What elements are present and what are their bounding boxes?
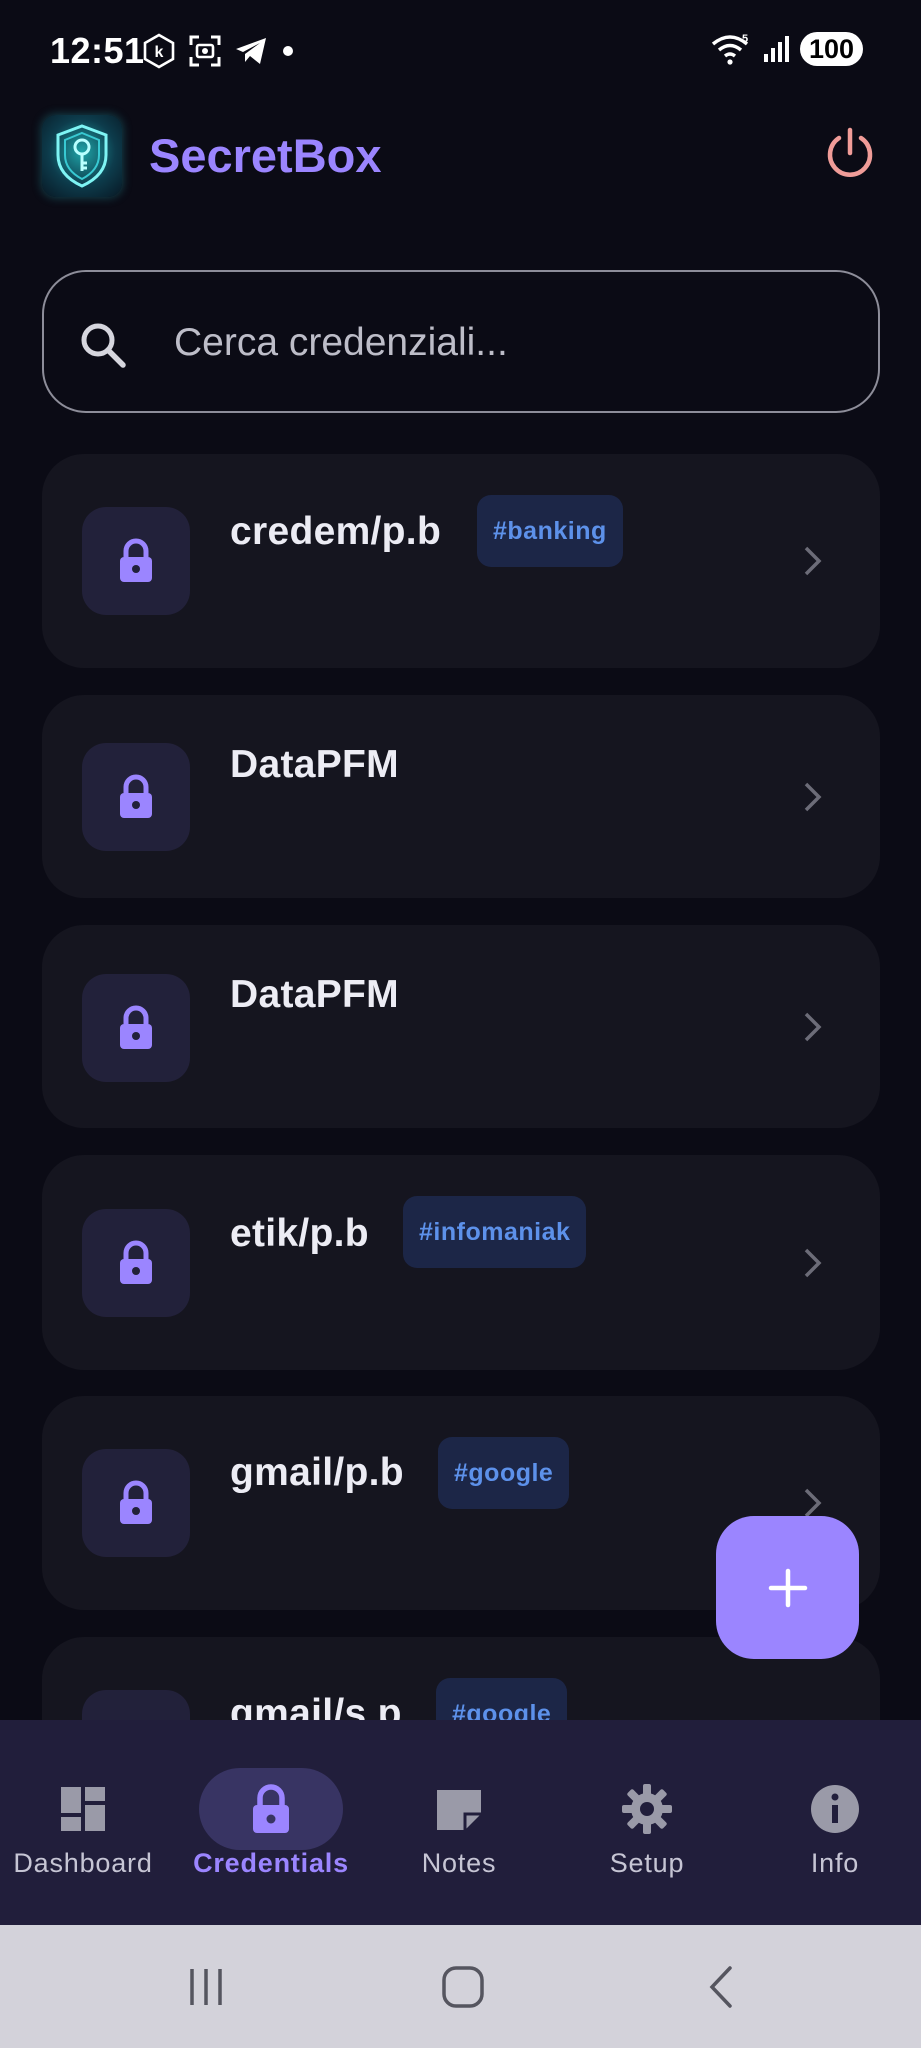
credential-title: DataPFM (230, 973, 399, 1016)
nav-icon-container (763, 1768, 907, 1850)
search-box[interactable] (42, 270, 880, 413)
back-icon (709, 1965, 732, 2008)
credential-list: credem/p.b #banking DataPFM DataPFM etik… (0, 0, 921, 1720)
nav-label-info: Info (810, 1848, 860, 1878)
credential-title: credem/p.b (230, 510, 442, 553)
app-screen: 12:51 k 5 100 SecretBox credem/p.b #bank… (0, 0, 921, 2048)
credential-lock-icon-box (82, 1690, 190, 1720)
chevron-right-icon (804, 1012, 822, 1042)
lock-icon (120, 538, 152, 582)
nav-label-dashboard: Dashboard (13, 1848, 153, 1878)
credential-lock-icon-box (82, 974, 190, 1082)
search-icon (81, 323, 126, 368)
nav-icon-container (11, 1768, 155, 1850)
credential-item[interactable]: DataPFM (42, 925, 880, 1128)
credential-tag: #infomaniak (403, 1196, 587, 1268)
nav-label-notes: Notes (421, 1848, 497, 1878)
plus-icon (768, 1568, 807, 1607)
chevron-right-icon (804, 1248, 822, 1278)
chevron-right-icon (804, 1488, 822, 1518)
lock-icon (253, 1784, 289, 1833)
credential-title: gmail/s.p (230, 1692, 402, 1720)
lock-icon (120, 1240, 152, 1284)
credential-item[interactable]: credem/p.b #banking (42, 454, 880, 668)
nav-item-dashboard[interactable]: Dashboard (0, 1720, 175, 1925)
nav-icon-container (387, 1768, 531, 1850)
add-credential-button[interactable] (716, 1516, 859, 1659)
nav-item-info[interactable]: Info (743, 1720, 921, 1925)
nav-label-credentials: Credentials (193, 1848, 349, 1878)
search-input[interactable] (174, 314, 834, 372)
lock-icon (120, 1005, 152, 1049)
nav-icon-container-active (199, 1768, 343, 1850)
system-navigation-bar (0, 1925, 921, 2048)
credential-lock-icon-box (82, 1449, 190, 1557)
credential-item[interactable]: DataPFM (42, 695, 880, 898)
recent-apps-icon (190, 1968, 222, 2005)
note-icon (437, 1790, 481, 1830)
recent-apps-button[interactable] (146, 1925, 266, 2048)
nav-label-setup: Setup (609, 1848, 685, 1878)
nav-item-setup[interactable]: Setup (555, 1720, 739, 1925)
credential-lock-icon-box (82, 1209, 190, 1317)
dashboard-icon (61, 1787, 105, 1831)
lock-icon (120, 1480, 152, 1524)
credential-lock-icon-box (82, 507, 190, 615)
credential-title: etik/p.b (230, 1212, 369, 1255)
credential-item[interactable]: etik/p.b #infomaniak (42, 1155, 880, 1370)
nav-item-credentials[interactable]: Credentials (179, 1720, 363, 1925)
chevron-right-icon (804, 546, 822, 576)
credential-title: gmail/p.b (230, 1451, 404, 1494)
home-icon (442, 1965, 484, 2008)
gear-icon (622, 1784, 672, 1834)
info-icon (811, 1785, 859, 1833)
credential-tag: #google (438, 1437, 570, 1509)
lock-icon (120, 774, 152, 818)
home-button[interactable] (403, 1925, 523, 2048)
nav-icon-container (575, 1768, 719, 1850)
bottom-navigation: Dashboard Credentials Notes Setup Info (0, 1720, 921, 1925)
credential-tag: #google (436, 1678, 568, 1720)
credential-lock-icon-box (82, 743, 190, 851)
nav-item-notes[interactable]: Notes (367, 1720, 551, 1925)
credential-title: DataPFM (230, 743, 399, 786)
credential-tag: #banking (477, 495, 623, 567)
chevron-right-icon (804, 782, 822, 812)
back-button[interactable] (661, 1925, 781, 2048)
